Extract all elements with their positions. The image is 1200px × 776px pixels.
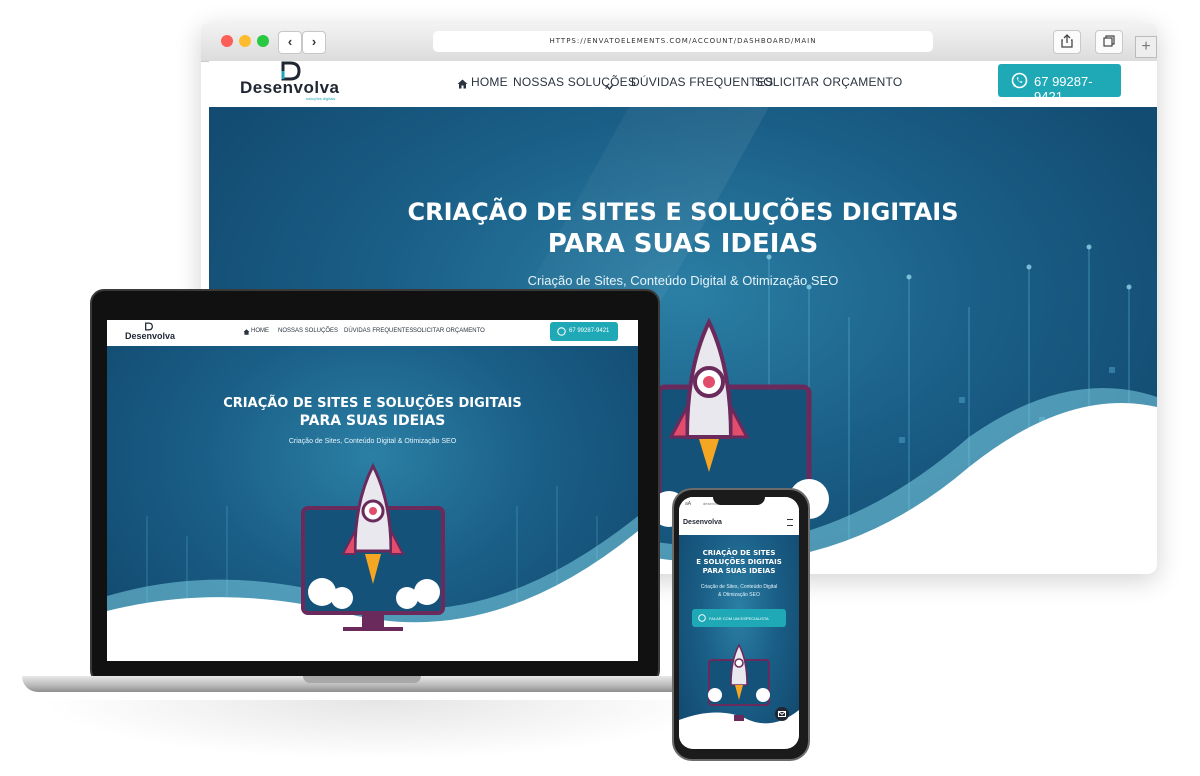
whatsapp-icon (1011, 72, 1028, 89)
phone-hero-subtitle-line1: Criação de Sites, Conteúdo Digital (700, 584, 778, 590)
forward-button[interactable]: › (302, 31, 326, 54)
laptop-nav-duvidas[interactable]: DÚVIDAS FREQUENTES (344, 328, 413, 334)
nav-home[interactable]: HOME (471, 75, 508, 89)
minimize-window-button[interactable] (239, 35, 251, 47)
site-header: Desenvolva soluções digitais HOME NOSSAS… (209, 61, 1157, 107)
laptop-hero-subtitle: Criação de Sites, Conteúdo Digital & Oti… (288, 438, 457, 445)
laptop-screen: Desenvolva HOME NOSSAS SOLUÇÕES DÚVIDAS … (107, 320, 638, 661)
laptop-reflection (40, 700, 720, 760)
site-logo[interactable]: Desenvolva (240, 78, 340, 98)
laptop-site-logo[interactable]: Desenvolva (125, 331, 175, 341)
hero-title-line2: PARA SUAS IDEIAS (547, 229, 819, 259)
laptop-nav-orcamento[interactable]: SOLICITAR ORÇAMENTO (413, 328, 485, 334)
laptop-site-header: Desenvolva HOME NOSSAS SOLUÇÕES DÚVIDAS … (107, 320, 638, 346)
tabs-overview-button[interactable] (1095, 30, 1123, 54)
laptop-hero-title-line1: CRIAÇÃO DE SITES E SOLUÇÕES DIGITAIS (223, 396, 522, 411)
nav-solicitar-orcamento[interactable]: SOLICITAR ORÇAMENTO (755, 75, 902, 89)
close-window-button[interactable] (221, 35, 233, 47)
phone-cta-button[interactable]: FALAR COM UM ESPECIALISTA (692, 609, 786, 627)
new-tab-button[interactable]: + (1135, 36, 1157, 58)
whatsapp-icon (557, 327, 566, 336)
laptop-hero-illustration (107, 462, 638, 661)
nav-duvidas-frequentes[interactable]: DÚVIDAS FREQUENTES (631, 75, 773, 89)
hero-title-line1: CRIAÇÃO DE SITES E SOLUÇÕES DIGITAIS (407, 198, 959, 226)
chevron-down-icon[interactable] (605, 77, 614, 95)
tabs-icon (1103, 35, 1115, 47)
back-icon: ‹ (287, 34, 293, 49)
phone-site-header: Desenvolva (679, 511, 799, 535)
maximize-window-button[interactable] (257, 35, 269, 47)
laptop-nav-solucoes[interactable]: NOSSAS SOLUÇÕES (278, 328, 338, 334)
phone-site-logo[interactable]: Desenvolva (683, 519, 722, 526)
whatsapp-icon (698, 614, 706, 622)
chat-bubble-button[interactable] (775, 707, 789, 721)
phone-screen: aA desenvolvaweb.com.br Desenvolva CRIAÇ… (679, 497, 799, 749)
forward-icon: › (311, 34, 317, 49)
logo-d-icon (145, 322, 153, 331)
back-button[interactable]: ‹ (278, 31, 302, 54)
phone-cta-label: FALAR COM UM ESPECIALISTA (709, 616, 769, 621)
share-icon (1061, 34, 1073, 48)
browser-toolbar: ‹ › HTTPS://ENVATOELEMENTS.COM/ACCOUNT/D… (201, 23, 1157, 62)
phone-hero-title-line2: E SOLUÇÕES DIGITAIS (696, 558, 782, 566)
nav-nossas-solucoes[interactable]: NOSSAS SOLUÇÕES (513, 75, 636, 89)
whatsapp-button[interactable]: 67 99287-9421 (998, 64, 1121, 104)
whatsapp-number: 67 99287-9421 (1034, 74, 1093, 104)
laptop-whatsapp-number: 67 99287-9421 (569, 328, 610, 334)
home-icon (457, 79, 468, 89)
phone-hero-subtitle: Criação de Sites, Conteúdo Digital & Oti… (679, 583, 799, 599)
phone-hero-title: CRIAÇÃO DE SITES E SOLUÇÕES DIGITAIS PAR… (679, 549, 799, 576)
laptop-trackpad-notch (303, 676, 421, 683)
mail-icon (778, 711, 786, 717)
phone-hero-title-line3: PARA SUAS IDEIAS (702, 567, 776, 575)
hamburger-menu-icon[interactable] (787, 519, 793, 526)
laptop-nav-home[interactable]: HOME (251, 328, 269, 334)
phone-hero-title-line1: CRIAÇÃO DE SITES (702, 549, 776, 557)
address-bar[interactable]: HTTPS://ENVATOELEMENTS.COM/ACCOUNT/DASHB… (433, 31, 933, 52)
phone-notch (713, 494, 765, 505)
logo-tagline: soluções digitais (306, 96, 336, 101)
laptop-hero-title-line2: PARA SUAS IDEIAS (299, 413, 446, 429)
phone-hero-subtitle-line2: & Otimização SEO (718, 592, 760, 598)
laptop-whatsapp-button[interactable]: 67 99287-9421 (550, 322, 618, 341)
phone-hero: CRIAÇÃO DE SITES E SOLUÇÕES DIGITAIS PAR… (679, 535, 799, 749)
home-icon (243, 329, 250, 335)
laptop-hero: CRIAÇÃO DE SITES E SOLUÇÕES DIGITAIS PAR… (107, 346, 638, 661)
share-button[interactable] (1053, 30, 1081, 54)
hero-subtitle: Criação de Sites, Conteúdo Digital & Oti… (527, 273, 839, 288)
nav-home-icon-wrap (457, 76, 468, 94)
phone-aa-label[interactable]: aA (685, 501, 691, 507)
